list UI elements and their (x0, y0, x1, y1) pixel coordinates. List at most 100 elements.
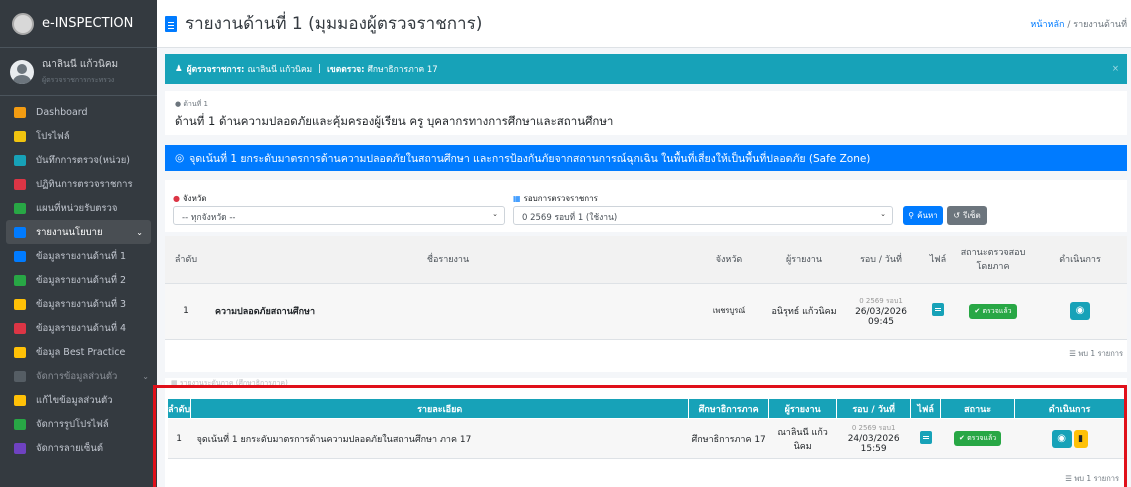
menu-icon (14, 106, 26, 118)
sidebar-item-5[interactable]: รายงานนโยบาย ⌄ (6, 220, 151, 244)
breadcrumb-home[interactable]: หน้าหลัก (1030, 20, 1064, 30)
round-label-text: รอบการตรวจราชการ (523, 194, 598, 203)
status-badge-text: ตรวจแล้ว (967, 434, 997, 442)
file-icon[interactable] (919, 430, 932, 444)
sidebar-item-14[interactable]: จัดการลายเซ็นต์ (0, 436, 157, 460)
result-count: ☰ พบ 1 รายการ (1065, 473, 1123, 485)
row-round-date: 0 2569 รอบ1 24/03/2026 15:59 (836, 418, 911, 459)
col-no: ลำดับ (165, 236, 207, 284)
sidebar-item-8[interactable]: ข้อมูลรายงานด้านที่ 3 (0, 292, 157, 316)
user-panel[interactable]: ณาลินนี แก้วนิคมผู้ตรวจราชการกระทรวง (0, 48, 157, 96)
col-status: สถานะ (940, 398, 1016, 419)
report-list-card: ลำดับ ชื่อรายงาน จังหวัด ผู้รายงาน รอบ /… (165, 236, 1127, 372)
menu-icon (14, 130, 26, 142)
page-title: รายงานด้านที่ 1 (มุมมองผู้ตรวจราชการ) (185, 14, 483, 34)
avatar (10, 59, 34, 84)
view-button[interactable]: ◉ (1051, 429, 1072, 448)
chevron-down-icon: ⌄ (492, 210, 498, 218)
chevron-down-icon: ⌄ (136, 227, 143, 237)
row-report-name: ความปลอดภัยสถานศึกษา (207, 283, 689, 340)
list-icon: ☰ (1065, 474, 1075, 483)
delete-button[interactable]: ▮ (1073, 429, 1088, 448)
app-root: e-INSPECTION ณาลินนี แก้วนิคมผู้ตรวจราชก… (0, 0, 1131, 487)
area-value: ศึกษาธิการภาค 17 (367, 65, 438, 75)
target-icon: ◎ (175, 152, 185, 164)
row-date: 26/03/2026 (855, 306, 907, 317)
sidebar-item-label: ข้อมูลรายงานด้านที่ 1 (36, 250, 127, 262)
sidebar-item-12[interactable]: แก้ไขข้อมูลส่วนตัว (0, 388, 157, 412)
sidebar-item-13[interactable]: จัดการรูปโปรไฟล์ (0, 412, 157, 436)
sidebar-item-7[interactable]: ข้อมูลรายงานด้านที่ 2 (0, 268, 157, 292)
row-province: เพชรบูรณ์ (689, 283, 769, 340)
sidebar-item-11[interactable]: จัดการข้อมูลส่วนตัว ⌄ (0, 364, 157, 388)
user-icon: ♟ (175, 64, 183, 74)
page-header: รายงานด้านที่ 1 (มุมมองผู้ตรวจราชการ) หน… (157, 0, 1131, 48)
reset-button[interactable]: ↺ รีเซ็ต (947, 206, 987, 225)
breadcrumb-separator: / (1067, 19, 1071, 30)
menu-icon (14, 226, 26, 238)
sidebar-item-4[interactable]: แผนที่หน่วยรับตรวจ (0, 196, 157, 220)
file-icon[interactable] (932, 303, 944, 316)
menu-icon (14, 274, 26, 286)
table-row: 1 ความปลอดภัยสถานศึกษา เพชรบูรณ์ อนิรุทธ… (165, 283, 1127, 340)
col-name: ชื่อรายงาน (207, 236, 689, 284)
search-button-label: ค้นหา (917, 211, 938, 220)
col-province: จังหวัด (689, 236, 769, 284)
menu-icon (14, 178, 26, 190)
sidebar-item-0[interactable]: Dashboard (0, 100, 157, 124)
province-select[interactable]: -- ทุกจังหวัด -- ⌄ (173, 206, 505, 225)
round-label: ▦ รอบการตรวจราชการ (513, 192, 598, 205)
region-report-title-text: รายงานระดับภาค (ศึกษาธิการภาค) (179, 379, 288, 387)
user-name: ณาลินนี แก้วนิคม (42, 59, 119, 70)
row-status: ✔ ตรวจแล้ว (940, 418, 1015, 459)
view-button[interactable]: ◉ (1070, 302, 1090, 320)
province-label: ● จังหวัด (173, 192, 207, 205)
province-label-text: จังหวัด (182, 194, 207, 203)
chevron-down-icon: ⌄ (142, 371, 149, 381)
row-file (910, 418, 941, 459)
round-select[interactable]: 0 2569 รอบที่ 1 (ใช้งาน) ⌄ (513, 206, 893, 225)
menu-icon (14, 250, 26, 262)
map-pin-icon: ● (173, 194, 180, 203)
user-role: ผู้ตรวจราชการกระทรวง (42, 76, 115, 84)
sidebar-item-label: Dashboard (36, 106, 88, 118)
sidebar-item-label: ปฏิทินการตรวจราชการ (36, 178, 133, 190)
col-file: ไฟล์ (910, 398, 942, 419)
menu-icon (14, 418, 26, 430)
row-round: 0 2569 รอบ1 (859, 296, 903, 305)
row-status: ✔ ตรวจแล้ว (953, 283, 1033, 340)
sidebar-item-2[interactable]: บันทึกการตรวจ(หน่วย) (0, 148, 157, 172)
row-date: 24/03/2026 (847, 434, 900, 444)
row-no: 1 (165, 283, 207, 340)
area-label: เขตตรวจ: (327, 65, 365, 75)
region-report-card: ▦ รายงานระดับภาค (ศึกษาธิการภาค) ลำดับ ร… (165, 378, 1127, 487)
menu-icon (14, 346, 26, 358)
status-badge: ✔ ตรวจแล้ว (969, 303, 1017, 319)
refresh-icon: ↺ (953, 211, 961, 220)
chevron-down-icon: ⌄ (880, 210, 886, 218)
main-content: รายงานด้านที่ 1 (มุมมองผู้ตรวจราชการ) หน… (157, 0, 1131, 487)
menu-icon (14, 370, 26, 382)
sidebar-item-label: บันทึกการตรวจ(หน่วย) (36, 154, 130, 166)
row-time: 15:59 (860, 444, 887, 454)
brand[interactable]: e-INSPECTION (0, 0, 157, 48)
row-file (923, 283, 953, 340)
sidebar-item-1[interactable]: โปรไฟล์ (0, 124, 157, 148)
status-badge: ✔ ตรวจแล้ว (954, 431, 1002, 446)
sidebar-item-9[interactable]: ข้อมูลรายงานด้านที่ 4 (0, 316, 157, 340)
close-icon[interactable]: × (1112, 64, 1119, 74)
col-reporter: ผู้รายงาน (769, 236, 839, 284)
status-badge-text: ตรวจแล้ว (982, 306, 1012, 315)
document-icon (165, 15, 177, 32)
sidebar-item-6[interactable]: ข้อมูลรายงานด้านที่ 1 (0, 244, 157, 268)
inspector-label: ผู้ตรวจราชการ: (186, 65, 245, 75)
sidebar-item-label: จัดการรูปโปรไฟล์ (36, 418, 109, 430)
sidebar: e-INSPECTION ณาลินนี แก้วนิคมผู้ตรวจราชก… (0, 0, 157, 487)
search-button[interactable]: ⚲ ค้นหา (903, 206, 943, 225)
col-actions: ดำเนินการ (1014, 398, 1125, 419)
sidebar-item-10[interactable]: ข้อมูล Best Practice (0, 340, 157, 364)
col-detail: รายละเอียด (190, 398, 690, 419)
menu-icon (14, 322, 26, 334)
sidebar-item-3[interactable]: ปฏิทินการตรวจราชการ (0, 172, 157, 196)
breadcrumb-current: รายงานด้านที่ (1073, 19, 1127, 30)
